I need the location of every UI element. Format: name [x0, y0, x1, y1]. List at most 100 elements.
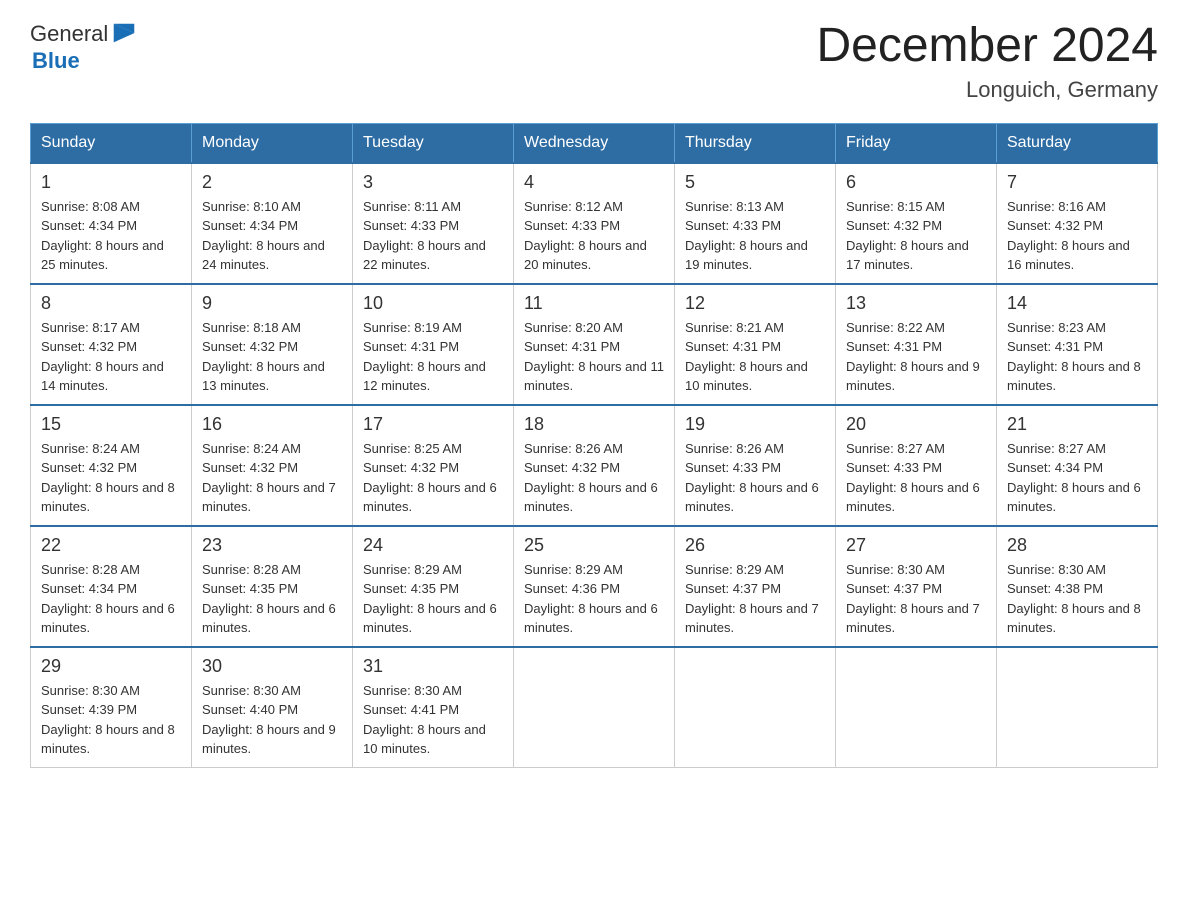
- table-row: 25 Sunrise: 8:29 AM Sunset: 4:36 PM Dayl…: [514, 526, 675, 647]
- calendar-week-row: 29 Sunrise: 8:30 AM Sunset: 4:39 PM Dayl…: [31, 647, 1158, 768]
- day-number: 8: [41, 293, 181, 314]
- day-number: 25: [524, 535, 664, 556]
- day-number: 27: [846, 535, 986, 556]
- day-info: Sunrise: 8:26 AM Sunset: 4:32 PM Dayligh…: [524, 439, 664, 517]
- calendar-week-row: 1 Sunrise: 8:08 AM Sunset: 4:34 PM Dayli…: [31, 163, 1158, 284]
- day-number: 15: [41, 414, 181, 435]
- day-info: Sunrise: 8:08 AM Sunset: 4:34 PM Dayligh…: [41, 197, 181, 275]
- day-number: 2: [202, 172, 342, 193]
- day-number: 13: [846, 293, 986, 314]
- table-row: 19 Sunrise: 8:26 AM Sunset: 4:33 PM Dayl…: [675, 405, 836, 526]
- day-info: Sunrise: 8:10 AM Sunset: 4:34 PM Dayligh…: [202, 197, 342, 275]
- table-row: 23 Sunrise: 8:28 AM Sunset: 4:35 PM Dayl…: [192, 526, 353, 647]
- table-row: [675, 647, 836, 768]
- day-info: Sunrise: 8:24 AM Sunset: 4:32 PM Dayligh…: [202, 439, 342, 517]
- table-row: 22 Sunrise: 8:28 AM Sunset: 4:34 PM Dayl…: [31, 526, 192, 647]
- table-row: 30 Sunrise: 8:30 AM Sunset: 4:40 PM Dayl…: [192, 647, 353, 768]
- day-info: Sunrise: 8:28 AM Sunset: 4:34 PM Dayligh…: [41, 560, 181, 638]
- day-info: Sunrise: 8:27 AM Sunset: 4:33 PM Dayligh…: [846, 439, 986, 517]
- day-info: Sunrise: 8:30 AM Sunset: 4:37 PM Dayligh…: [846, 560, 986, 638]
- day-number: 10: [363, 293, 503, 314]
- month-title: December 2024: [816, 20, 1158, 73]
- day-number: 11: [524, 293, 664, 314]
- table-row: 26 Sunrise: 8:29 AM Sunset: 4:37 PM Dayl…: [675, 526, 836, 647]
- table-row: [997, 647, 1158, 768]
- day-number: 17: [363, 414, 503, 435]
- day-number: 19: [685, 414, 825, 435]
- table-row: [836, 647, 997, 768]
- table-row: 2 Sunrise: 8:10 AM Sunset: 4:34 PM Dayli…: [192, 163, 353, 284]
- col-sunday: Sunday: [31, 123, 192, 163]
- calendar-table: Sunday Monday Tuesday Wednesday Thursday…: [30, 123, 1158, 768]
- day-number: 21: [1007, 414, 1147, 435]
- day-info: Sunrise: 8:25 AM Sunset: 4:32 PM Dayligh…: [363, 439, 503, 517]
- table-row: 24 Sunrise: 8:29 AM Sunset: 4:35 PM Dayl…: [353, 526, 514, 647]
- day-number: 14: [1007, 293, 1147, 314]
- day-info: Sunrise: 8:16 AM Sunset: 4:32 PM Dayligh…: [1007, 197, 1147, 275]
- day-number: 4: [524, 172, 664, 193]
- table-row: 14 Sunrise: 8:23 AM Sunset: 4:31 PM Dayl…: [997, 284, 1158, 405]
- day-info: Sunrise: 8:13 AM Sunset: 4:33 PM Dayligh…: [685, 197, 825, 275]
- day-info: Sunrise: 8:29 AM Sunset: 4:36 PM Dayligh…: [524, 560, 664, 638]
- table-row: 21 Sunrise: 8:27 AM Sunset: 4:34 PM Dayl…: [997, 405, 1158, 526]
- table-row: 10 Sunrise: 8:19 AM Sunset: 4:31 PM Dayl…: [353, 284, 514, 405]
- day-number: 16: [202, 414, 342, 435]
- day-number: 18: [524, 414, 664, 435]
- table-row: [514, 647, 675, 768]
- calendar-week-row: 8 Sunrise: 8:17 AM Sunset: 4:32 PM Dayli…: [31, 284, 1158, 405]
- table-row: 8 Sunrise: 8:17 AM Sunset: 4:32 PM Dayli…: [31, 284, 192, 405]
- logo: General Blue: [30, 20, 138, 74]
- day-info: Sunrise: 8:28 AM Sunset: 4:35 PM Dayligh…: [202, 560, 342, 638]
- calendar-week-row: 15 Sunrise: 8:24 AM Sunset: 4:32 PM Dayl…: [31, 405, 1158, 526]
- day-info: Sunrise: 8:30 AM Sunset: 4:40 PM Dayligh…: [202, 681, 342, 759]
- day-info: Sunrise: 8:21 AM Sunset: 4:31 PM Dayligh…: [685, 318, 825, 396]
- day-info: Sunrise: 8:15 AM Sunset: 4:32 PM Dayligh…: [846, 197, 986, 275]
- page-header: General Blue December 2024 Longuich, Ger…: [30, 20, 1158, 103]
- day-number: 9: [202, 293, 342, 314]
- table-row: 20 Sunrise: 8:27 AM Sunset: 4:33 PM Dayl…: [836, 405, 997, 526]
- table-row: 1 Sunrise: 8:08 AM Sunset: 4:34 PM Dayli…: [31, 163, 192, 284]
- col-friday: Friday: [836, 123, 997, 163]
- day-number: 5: [685, 172, 825, 193]
- day-number: 23: [202, 535, 342, 556]
- day-info: Sunrise: 8:11 AM Sunset: 4:33 PM Dayligh…: [363, 197, 503, 275]
- logo-text-blue: Blue: [32, 48, 80, 74]
- day-number: 31: [363, 656, 503, 677]
- day-info: Sunrise: 8:22 AM Sunset: 4:31 PM Dayligh…: [846, 318, 986, 396]
- day-info: Sunrise: 8:30 AM Sunset: 4:39 PM Dayligh…: [41, 681, 181, 759]
- day-number: 6: [846, 172, 986, 193]
- day-number: 26: [685, 535, 825, 556]
- table-row: 5 Sunrise: 8:13 AM Sunset: 4:33 PM Dayli…: [675, 163, 836, 284]
- day-number: 28: [1007, 535, 1147, 556]
- col-wednesday: Wednesday: [514, 123, 675, 163]
- logo-text-general: General: [30, 21, 108, 47]
- table-row: 11 Sunrise: 8:20 AM Sunset: 4:31 PM Dayl…: [514, 284, 675, 405]
- location-subtitle: Longuich, Germany: [816, 77, 1158, 103]
- day-number: 7: [1007, 172, 1147, 193]
- table-row: 6 Sunrise: 8:15 AM Sunset: 4:32 PM Dayli…: [836, 163, 997, 284]
- day-info: Sunrise: 8:20 AM Sunset: 4:31 PM Dayligh…: [524, 318, 664, 396]
- day-number: 30: [202, 656, 342, 677]
- day-info: Sunrise: 8:27 AM Sunset: 4:34 PM Dayligh…: [1007, 439, 1147, 517]
- table-row: 15 Sunrise: 8:24 AM Sunset: 4:32 PM Dayl…: [31, 405, 192, 526]
- day-number: 29: [41, 656, 181, 677]
- day-info: Sunrise: 8:19 AM Sunset: 4:31 PM Dayligh…: [363, 318, 503, 396]
- day-info: Sunrise: 8:30 AM Sunset: 4:41 PM Dayligh…: [363, 681, 503, 759]
- day-number: 24: [363, 535, 503, 556]
- table-row: 31 Sunrise: 8:30 AM Sunset: 4:41 PM Dayl…: [353, 647, 514, 768]
- table-row: 4 Sunrise: 8:12 AM Sunset: 4:33 PM Dayli…: [514, 163, 675, 284]
- day-number: 3: [363, 172, 503, 193]
- table-row: 17 Sunrise: 8:25 AM Sunset: 4:32 PM Dayl…: [353, 405, 514, 526]
- calendar-week-row: 22 Sunrise: 8:28 AM Sunset: 4:34 PM Dayl…: [31, 526, 1158, 647]
- day-info: Sunrise: 8:29 AM Sunset: 4:37 PM Dayligh…: [685, 560, 825, 638]
- table-row: 13 Sunrise: 8:22 AM Sunset: 4:31 PM Dayl…: [836, 284, 997, 405]
- col-thursday: Thursday: [675, 123, 836, 163]
- day-info: Sunrise: 8:24 AM Sunset: 4:32 PM Dayligh…: [41, 439, 181, 517]
- day-info: Sunrise: 8:17 AM Sunset: 4:32 PM Dayligh…: [41, 318, 181, 396]
- calendar-header-row: Sunday Monday Tuesday Wednesday Thursday…: [31, 123, 1158, 163]
- table-row: 12 Sunrise: 8:21 AM Sunset: 4:31 PM Dayl…: [675, 284, 836, 405]
- col-tuesday: Tuesday: [353, 123, 514, 163]
- day-info: Sunrise: 8:30 AM Sunset: 4:38 PM Dayligh…: [1007, 560, 1147, 638]
- logo-icon: [110, 20, 138, 48]
- day-info: Sunrise: 8:26 AM Sunset: 4:33 PM Dayligh…: [685, 439, 825, 517]
